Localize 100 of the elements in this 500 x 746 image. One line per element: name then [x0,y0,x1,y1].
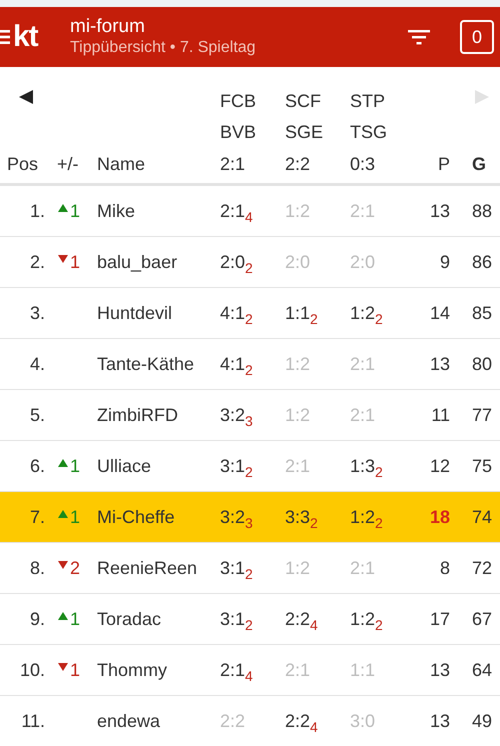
player-name: balu_baer [97,251,178,273]
tip-cell: 2:1 [350,557,376,579]
tip-cell: 2:1 [350,200,376,222]
column-header[interactable]: G [472,153,486,175]
tip-cell: 2:1$_{4}$ [220,659,253,681]
total-cell: 86 [472,251,492,273]
points-cell: 13 [430,200,450,222]
team-code: STP [350,90,386,112]
tip-cell: 3:2$_{3}$ [220,404,253,426]
player-name: Toradac [97,608,162,630]
table-row[interactable]: 9. 1 Toradac 3:1$_{2}$ 2:2$_{4}$ 1:2$_{2}$ 17 67 [0,594,500,645]
app-title: mi-forum [70,16,146,38]
points-cell: 17 [430,608,450,630]
down-arrow-icon [58,254,68,264]
position-cell: 5. [30,404,45,426]
position-cell: 3. [30,302,45,324]
total-cell: 77 [472,404,492,426]
tip-cell: 1:1 [350,659,376,681]
counter-button[interactable]: 0 [460,20,494,54]
tip-cell: 1:3$_{2}$ [350,455,383,477]
rank-change: 1 [70,506,80,528]
tip-cell: 2:1 [350,404,376,426]
position-cell: 8. [30,557,45,579]
position-cell: 9. [30,608,45,630]
tip-cell: 2:2$_{4}$ [285,608,318,630]
total-cell: 49 [472,710,492,732]
table-row[interactable]: 1. 1 Mike 2:1$_{4}$ 1:2 2:1 13 88 [0,186,500,237]
points-cell: 11 [431,404,450,426]
tip-cell: 1:2$_{2}$ [350,608,383,630]
table-row[interactable]: 10. 1 Thommy 2:1$_{4}$ 2:1 1:1 13 64 [0,645,500,696]
player-name: Thommy [97,659,168,681]
match-result: 2:2 [285,153,310,175]
tip-cell: 2:0 [350,251,376,273]
table-row[interactable]: 2. 1 balu_baer 2:0$_{2}$ 2:0 2:0 9 86 [0,237,500,288]
total-cell: 80 [472,353,492,375]
tip-cell: 4:1$_{2}$ [220,302,253,324]
menu-icon[interactable] [0,29,10,45]
tip-cell: 2:0$_{2}$ [220,251,253,273]
tip-cell: 3:1$_{2}$ [220,557,253,579]
tip-cell: 1:2 [285,200,310,222]
total-cell: 88 [472,200,492,222]
player-name: Ulliace [97,455,152,477]
total-cell: 64 [472,659,492,681]
selected-row[interactable]: 7. 1 Mi-Cheffe 3:2$_{3}$ 3:3$_{2}$ 1:2$_{2}$ 18 74 [0,492,500,543]
column-header[interactable]: P [438,153,450,175]
tip-cell: 3:1$_{2}$ [220,608,253,630]
table-row[interactable]: 3. Huntdevil 4:1$_{2}$ 1:1$_{2}$ 1:2$_{2}$ 14 85 [0,288,500,339]
team-code: TSG [350,121,388,143]
column-header[interactable]: Name [97,153,146,175]
position-cell: 10. [20,659,45,681]
points-cell: 8 [440,557,450,579]
column-header[interactable]: +/- [45,153,79,175]
tip-cell: 2:1$_{4}$ [220,200,253,222]
position-cell: 4. [30,353,45,375]
player-name: ReenieReen [97,557,198,579]
player-name: Tante-Käthe [97,353,194,375]
tip-cell: 2:0 [285,251,310,273]
player-name: ZimbiRFD [97,404,178,426]
points-cell: 18 [430,506,450,528]
table-row[interactable]: 5. ZimbiRFD 3:2$_{3}$ 1:2 2:1 11 77 [0,390,500,441]
tip-cell: 1:2 [285,557,310,579]
rank-change: 1 [70,251,80,273]
points-cell: 13 [430,659,450,681]
total-cell: 75 [472,455,492,477]
rank-change: 1 [70,608,80,630]
logo: kt [13,20,38,54]
table-row[interactable]: 8. 2 ReenieReen 3:1$_{2}$ 1:2 2:1 8 72 [0,543,500,594]
up-arrow-icon [58,203,68,213]
tip-cell: 1:2 [285,353,310,375]
match-result: 2:1 [220,153,246,175]
team-code: FCB [220,90,256,112]
points-cell: 14 [430,302,450,324]
points-cell: 13 [430,353,450,375]
rank-change: 1 [70,455,80,477]
tip-cell: 2:1 [285,659,310,681]
points-cell: 9 [440,251,450,273]
previous-icon[interactable] [18,89,34,105]
total-cell: 74 [472,506,492,528]
position-cell: 7. [30,506,45,528]
tip-cell: 2:1 [285,455,310,477]
points-cell: 12 [430,455,450,477]
table-row[interactable]: 11. endewa 2:2 2:2$_{4}$ 3:0 13 49 [0,696,500,746]
tip-cell: 3:2$_{3}$ [220,506,253,528]
player-name: endewa [97,710,160,732]
position-cell: 2. [30,251,45,273]
tip-cell: 2:1 [350,353,376,375]
points-cell: 13 [430,710,450,732]
tip-cell: 4:1$_{2}$ [220,353,253,375]
table-row[interactable]: 4. Tante-Käthe 4:1$_{2}$ 1:2 2:1 13 80 [0,339,500,390]
column-header[interactable]: Pos [0,153,38,175]
tip-cell: 3:1$_{2}$ [220,455,253,477]
filter-icon[interactable] [408,29,430,45]
up-arrow-icon [58,509,68,519]
rank-change: 2 [70,557,80,579]
up-arrow-icon [58,611,68,621]
match-result: 0:3 [350,153,376,175]
down-arrow-icon [58,662,68,672]
tip-cell: 3:0 [350,710,376,732]
rank-change: 1 [70,659,80,681]
tip-cell: 3:3$_{2}$ [285,506,318,528]
